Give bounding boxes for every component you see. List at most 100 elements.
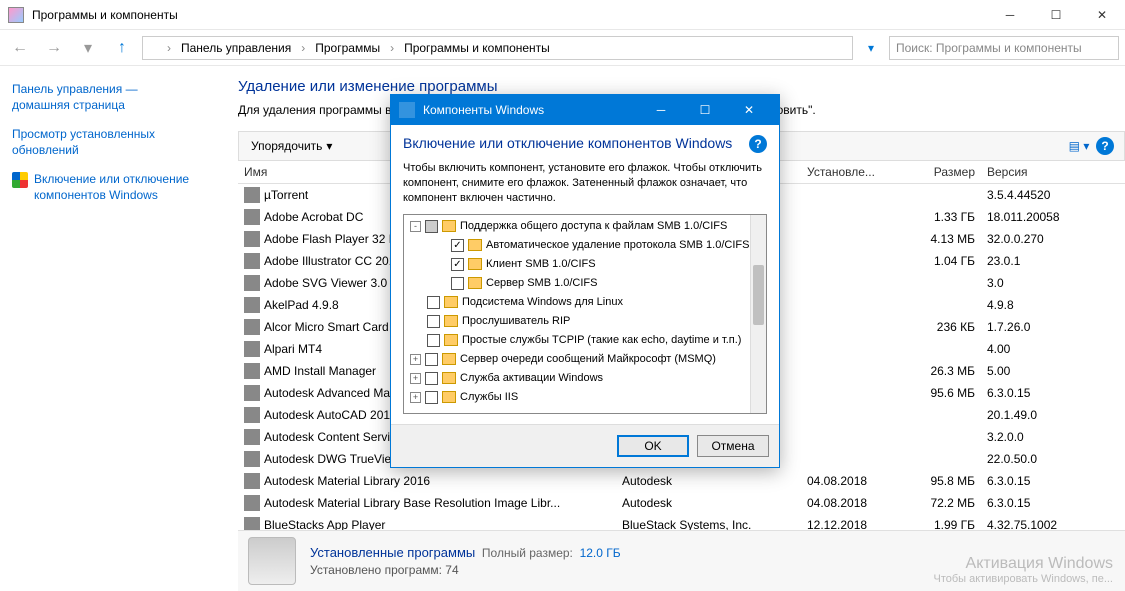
expand-toggle[interactable]: +: [410, 373, 421, 384]
program-size: 1.33 ГБ: [896, 210, 981, 224]
tree-item[interactable]: + Сервер очереди сообщений Майкрософт (MS…: [406, 350, 764, 369]
dialog-close-button[interactable]: ✕: [727, 95, 771, 125]
program-size: 95.8 МБ: [896, 474, 981, 488]
maximize-button[interactable]: ☐: [1033, 0, 1079, 30]
forward-button: →: [40, 34, 68, 62]
feature-checkbox[interactable]: [451, 258, 464, 271]
program-date: 04.08.2018: [801, 474, 896, 488]
feature-checkbox[interactable]: [451, 277, 464, 290]
program-size: 1.04 ГБ: [896, 254, 981, 268]
chevron-right-icon[interactable]: ›: [165, 41, 173, 55]
breadcrumb[interactable]: › Панель управления › Программы › Програ…: [142, 36, 853, 60]
footer-size-value: 12.0 ГБ: [580, 546, 621, 560]
search-input[interactable]: Поиск: Программы и компоненты: [889, 36, 1119, 60]
help-button[interactable]: ?: [1092, 135, 1118, 157]
window-title: Программы и компоненты: [32, 8, 987, 22]
folder-icon: [468, 239, 482, 251]
program-version: 20.1.49.0: [981, 408, 1101, 422]
expand-toggle[interactable]: -: [410, 221, 421, 232]
dialog-maximize-button[interactable]: ☐: [683, 95, 727, 125]
dialog-icon: [399, 102, 415, 118]
dialog-heading-text: Включение или отключение компонентов Win…: [403, 135, 732, 151]
tree-item[interactable]: Клиент SMB 1.0/CIFS: [406, 255, 764, 274]
program-version: 1.7.26.0: [981, 320, 1101, 334]
chevron-down-icon: ▾: [326, 139, 332, 153]
expand-toggle[interactable]: +: [410, 354, 421, 365]
dialog-help-icon[interactable]: ?: [749, 135, 767, 153]
features-tree[interactable]: -Поддержка общего доступа к файлам SMB 1…: [403, 214, 767, 414]
feature-checkbox[interactable]: [425, 353, 438, 366]
footer-title: Установленные программы: [310, 545, 475, 560]
dialog-minimize-button[interactable]: ─: [639, 95, 683, 125]
minimize-button[interactable]: ─: [987, 0, 1033, 30]
feature-label: Клиент SMB 1.0/CIFS: [486, 258, 596, 270]
program-name: Autodesk Material Library 2016: [264, 474, 430, 488]
program-version: 23.0.1: [981, 254, 1101, 268]
feature-checkbox[interactable]: [427, 334, 440, 347]
dialog-titlebar[interactable]: Компоненты Windows ─ ☐ ✕: [391, 95, 779, 125]
chevron-right-icon[interactable]: ›: [299, 41, 307, 55]
help-icon: ?: [1096, 137, 1114, 155]
back-button[interactable]: ←: [6, 34, 34, 62]
tree-item[interactable]: -Поддержка общего доступа к файлам SMB 1…: [406, 217, 764, 236]
program-icon: [244, 473, 260, 489]
program-version: 6.3.0.15: [981, 496, 1101, 510]
chevron-right-icon[interactable]: ›: [388, 41, 396, 55]
tree-item[interactable]: Прослушиватель RIP: [406, 312, 764, 331]
tree-item[interactable]: + Службы IIS: [406, 388, 764, 407]
feature-checkbox[interactable]: [425, 372, 438, 385]
scroll-thumb[interactable]: [753, 265, 764, 325]
feature-label: Сервер очереди сообщений Майкрософт (MSM…: [460, 353, 716, 365]
program-icon: [244, 429, 260, 445]
tree-scrollbar[interactable]: [750, 215, 766, 413]
feature-checkbox[interactable]: [425, 220, 438, 233]
watermark-l1: Активация Windows: [934, 555, 1114, 573]
programs-icon: [248, 537, 296, 585]
feature-checkbox[interactable]: [427, 315, 440, 328]
sidebar-features-link[interactable]: Включение или отключение компонентов Win…: [12, 172, 198, 203]
feature-label: Автоматическое удаление протокола SMB 1.…: [486, 239, 749, 251]
feature-checkbox[interactable]: [451, 239, 464, 252]
view-button[interactable]: ▤ ▾: [1066, 135, 1092, 157]
tree-item[interactable]: Подсистема Windows для Linux: [406, 293, 764, 312]
program-icon: [244, 451, 260, 467]
expand-toggle[interactable]: +: [410, 392, 421, 403]
program-row[interactable]: Autodesk Material Library Base Resolutio…: [238, 492, 1125, 514]
program-name: AMD Install Manager: [264, 364, 376, 378]
dialog-hint: Чтобы включить компонент, установите его…: [403, 161, 767, 206]
tree-item[interactable]: Простые службы TCPIP (такие как echo, da…: [406, 331, 764, 350]
feature-checkbox[interactable]: [427, 296, 440, 309]
program-name: AkelPad 4.9.8: [264, 298, 339, 312]
windows-features-dialog: Компоненты Windows ─ ☐ ✕ Включение или о…: [390, 94, 780, 468]
col-size[interactable]: Размер: [896, 165, 981, 179]
program-icon: [244, 187, 260, 203]
program-icon: [244, 319, 260, 335]
col-version[interactable]: Версия: [981, 165, 1101, 179]
tree-item[interactable]: Автоматическое удаление протокола SMB 1.…: [406, 236, 764, 255]
feature-checkbox[interactable]: [425, 391, 438, 404]
program-row[interactable]: BlueStacks App PlayerBlueStack Systems, …: [238, 514, 1125, 530]
program-row[interactable]: Autodesk Material Library 2016Autodesk04…: [238, 470, 1125, 492]
refresh-dropdown[interactable]: ▾: [859, 36, 883, 60]
program-version: 6.3.0.15: [981, 474, 1101, 488]
crumb-1[interactable]: Программы: [309, 39, 386, 57]
sidebar-home-link[interactable]: Панель управления — домашняя страница: [12, 82, 198, 113]
crumb-0[interactable]: Панель управления: [175, 39, 297, 57]
col-date[interactable]: Установле...: [801, 165, 896, 179]
feature-label: Службы IIS: [460, 391, 518, 403]
program-version: 3.0: [981, 276, 1101, 290]
program-name: Adobe SVG Viewer 3.0: [264, 276, 387, 290]
ok-button[interactable]: OK: [617, 435, 689, 457]
program-name: BlueStacks App Player: [264, 518, 385, 530]
cancel-button[interactable]: Отмена: [697, 435, 769, 457]
shield-icon: [12, 172, 28, 188]
close-button[interactable]: ✕: [1079, 0, 1125, 30]
organize-button[interactable]: Упорядочить ▾: [245, 137, 338, 155]
crumb-2[interactable]: Программы и компоненты: [398, 39, 556, 57]
tree-item[interactable]: Сервер SMB 1.0/CIFS: [406, 274, 764, 293]
recent-dropdown[interactable]: ▾: [74, 34, 102, 62]
sidebar-updates-link[interactable]: Просмотр установленных обновлений: [12, 127, 198, 158]
up-button[interactable]: ↑: [108, 34, 136, 62]
tree-item[interactable]: +Служба активации Windows: [406, 369, 764, 388]
program-name: Adobe Illustrator CC 2019: [264, 254, 402, 268]
